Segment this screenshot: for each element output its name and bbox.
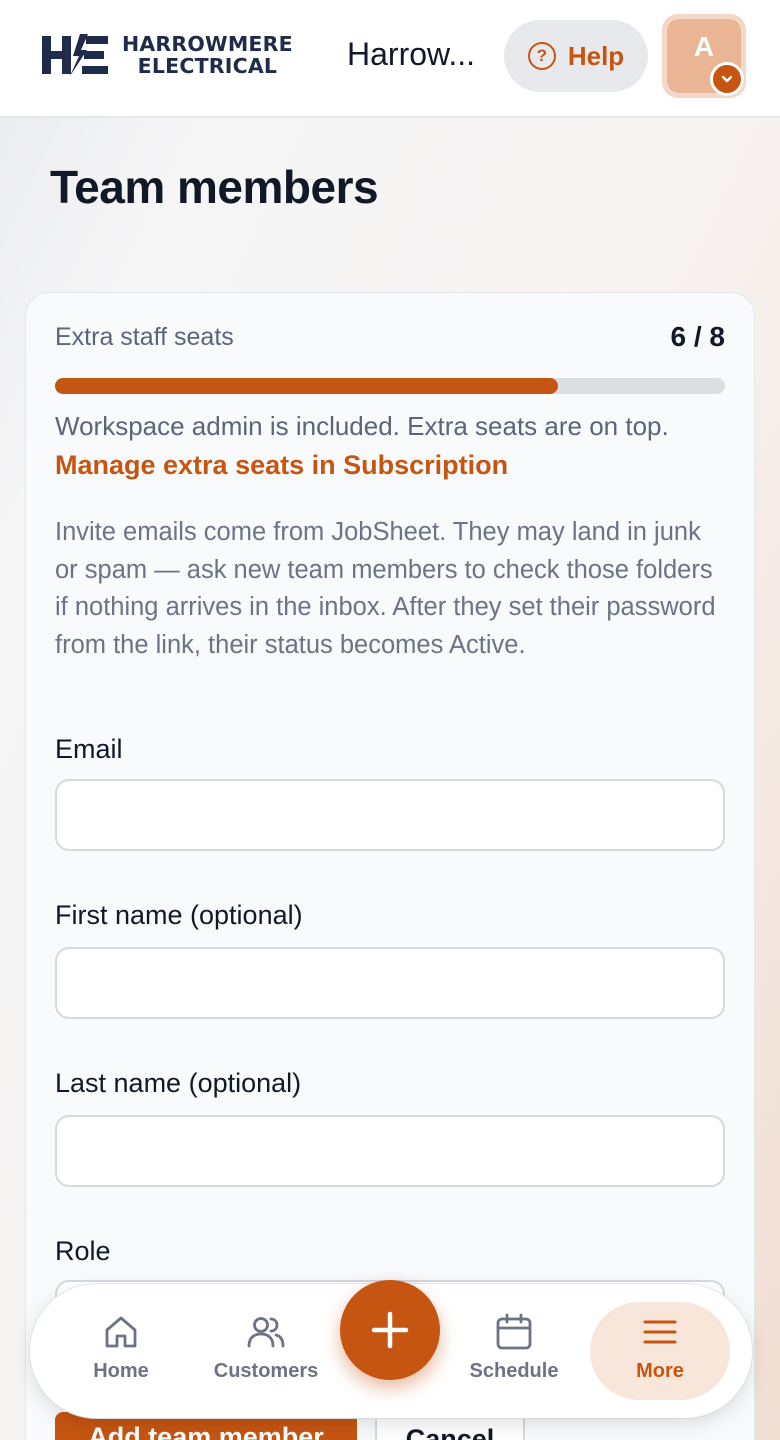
calendar-icon [496,1313,532,1350]
chevron-down-icon[interactable] [710,62,744,96]
seats-label: Extra staff seats [55,323,234,351]
nav-label-more: More [636,1360,684,1382]
nav-label-schedule: Schedule [469,1360,559,1382]
app-header: HARROWMERE ELECTRICAL Harrow... ? Help A [0,0,780,118]
role-label: Role [55,1236,111,1266]
seats-note: Workspace admin is included. Extra seats… [55,411,669,441]
last-name-label: Last name (optional) [55,1068,302,1098]
help-label: Help [567,40,625,71]
email-label: Email [55,734,123,764]
quick-add-button[interactable] [340,1280,440,1380]
logo-line-1: HARROWMERE [122,32,293,56]
first-name-field[interactable] [55,947,725,1019]
nav-label-home: Home [93,1360,149,1382]
logo-text: HARROWMERE ELECTRICAL [122,33,293,77]
manage-seats-link[interactable]: Manage extra seats in Subscription [55,450,508,481]
help-button[interactable]: ? Help [504,20,648,92]
page-title: Team members [50,161,379,213]
logo-line-2: ELECTRICAL [137,54,278,78]
workspace-name[interactable]: Harrow... [347,36,475,73]
invite-info-text: Invite emails come from JobSheet. They m… [55,518,716,659]
seats-progress-bar [55,378,725,394]
nav-item-home[interactable]: Home [82,1312,160,1383]
nav-item-more[interactable]: More [618,1312,702,1383]
menu-icon [643,1320,677,1344]
plus-icon [371,1311,409,1349]
chevron-glyph [721,75,733,83]
nav-item-schedule[interactable]: Schedule [464,1312,564,1383]
first-name-label: First name (optional) [55,900,303,930]
logo-mark-icon [42,34,108,76]
nav-item-customers[interactable]: Customers [206,1312,326,1383]
seats-count: 6 / 8 [670,321,725,352]
company-logo[interactable]: HARROWMERE ELECTRICAL [40,32,293,78]
email-field[interactable] [55,779,725,851]
last-name-field[interactable] [55,1115,725,1187]
seats-progress-fill [55,378,558,394]
home-icon [105,1316,137,1348]
nav-label-customers: Customers [213,1360,319,1382]
help-icon: ? [527,42,556,70]
users-icon [247,1317,285,1348]
